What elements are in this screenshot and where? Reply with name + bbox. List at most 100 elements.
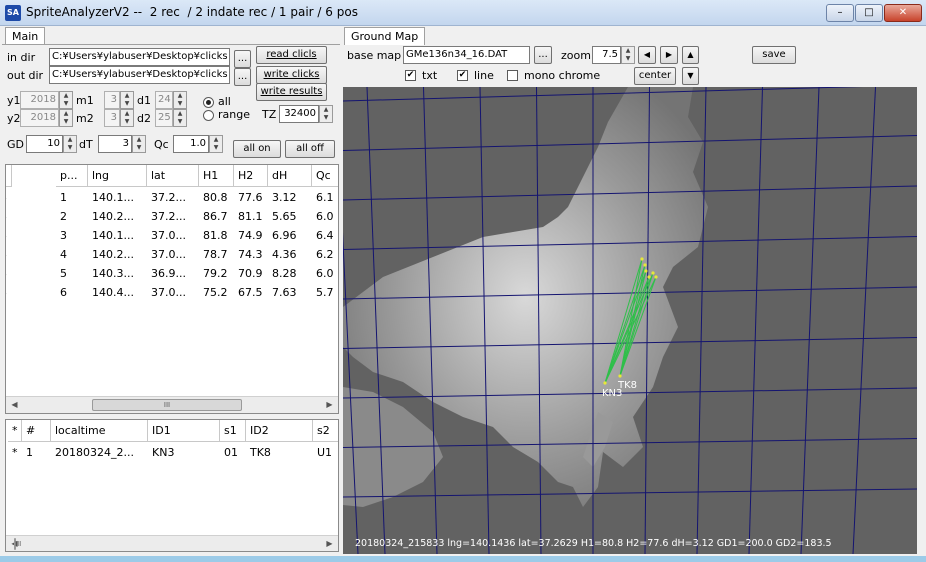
ground-map[interactable]: KN3 TK8 20180324_215833 lng=140.1436 lat… [343,87,917,554]
pos_table-cell[interactable]: 3.12 [268,189,312,207]
pos_table-cell[interactable]: 140.2... [88,208,147,226]
y1-field[interactable]: 2018 [20,91,59,109]
pair_table-header-6[interactable]: s2 [313,420,338,442]
pos_table-header-7[interactable]: Qc [312,165,338,187]
pairs-table[interactable]: * # localtime ID1 s1 ID2 s2 * 1 20180324_2... KN3 0… [5,419,339,552]
pos_table-cell[interactable]: 6.2 [312,246,338,264]
pos_table-cell[interactable]: 70.9 [234,265,268,283]
pos_table-cell[interactable]: 3 [6,189,12,207]
pos_table-cell[interactable]: 74.9 [234,227,268,245]
positions-table[interactable]: p...lnglatH1H2dHQc31140.1...37.2...80.87… [5,164,339,414]
pos_table-header-1[interactable]: p... [56,165,88,187]
in-dir-browse-button[interactable]: ... [234,50,251,68]
m1-field[interactable]: 3 [104,91,120,109]
pair_table-header-3[interactable]: ID1 [148,420,220,442]
close-button[interactable]: ✕ [884,4,922,22]
pos_table-cell[interactable]: 36.9... [147,265,199,283]
pos_table-cell[interactable]: 80.8 [199,189,234,207]
horizontal-scrollbar[interactable]: ◀III▶ [6,535,338,551]
pos_table-cell[interactable]: 75.2 [199,284,234,302]
pos_table-cell[interactable]: 78.7 [199,246,234,264]
pan-left-button[interactable]: ◀ [638,46,656,64]
pos_table-cell[interactable]: 67.5 [234,284,268,302]
pos_table-cell[interactable]: 140.4... [88,284,147,302]
m1-spinner[interactable]: ▲ ▼ [120,91,134,109]
all-off-button[interactable]: all off [285,140,335,158]
gd-field[interactable]: 10 [26,135,63,153]
base-map-field[interactable]: GMe136n34_16.DAT [403,46,530,64]
pos_table-header-5[interactable]: H2 [234,165,268,187]
y1-spinner[interactable]: ▲ ▼ [59,91,73,109]
pos_table-cell[interactable]: 1 [56,189,88,207]
y2-field[interactable]: 2018 [20,109,59,127]
horizontal-scrollbar[interactable]: ◀III▶ [6,396,338,413]
pair_table-cell[interactable]: 20180324_2... [51,444,148,462]
center-button[interactable]: center [634,67,676,85]
pos_table-cell[interactable]: 140.2... [88,246,147,264]
pos_table-cell[interactable]: 140.1... [88,227,147,245]
pos_table-cell[interactable]: 79.2 [199,265,234,283]
pos_table-cell[interactable]: 3 [56,227,88,245]
y2-spinner[interactable]: ▲ ▼ [59,109,73,127]
zoom-field[interactable]: 7.5 [592,46,621,64]
pair_table-cell[interactable]: 1 [22,444,51,462]
m2-spinner[interactable]: ▲ ▼ [120,109,134,127]
maximize-button[interactable]: □ [855,4,883,22]
pos_table-cell[interactable]: 37.2... [147,189,199,207]
pair_table-cell[interactable]: TK8 [246,444,313,462]
pos_table-cell[interactable]: 6.0 [312,208,338,226]
pos_table-cell[interactable]: 2 [56,208,88,226]
pan-up-button[interactable]: ▲ [682,46,699,64]
pos_table-header-4[interactable]: H1 [199,165,234,187]
gd-spinner[interactable]: ▲ ▼ [63,135,77,153]
zoom-spinner[interactable]: ▲ ▼ [621,46,635,64]
scroll-thumb[interactable]: III [92,399,242,411]
pos_table-cell[interactable]: 4.36 [268,246,312,264]
pos_table-cell[interactable]: 3 [6,265,12,283]
tab-main[interactable]: Main [5,27,46,45]
pan-right-button[interactable]: ▶ [660,46,678,64]
txt-checkbox[interactable]: ✔ [405,70,416,81]
write-clicks-button[interactable]: write clicks [256,66,327,84]
pos_table-header-6[interactable]: dH [268,165,312,187]
pair_table-header-2[interactable]: localtime [51,420,148,442]
tz-field[interactable]: 32400 [279,105,319,123]
qc-spinner[interactable]: ▲ ▼ [209,135,223,153]
line-checkbox[interactable]: ✔ [457,70,468,81]
out-dir-browse-button[interactable]: ... [234,68,251,86]
pos_table-cell[interactable]: 5.65 [268,208,312,226]
pair_table-cell[interactable]: U1 [313,444,338,462]
out-dir-field[interactable]: C:¥Users¥ylabuser¥Desktop¥clicks [49,66,230,84]
pan-down-button[interactable]: ▼ [682,67,699,85]
tab-ground-map[interactable]: Ground Map [344,27,426,45]
m2-field[interactable]: 3 [104,109,120,127]
pos_table-cell[interactable]: 6 [56,284,88,302]
pos_table-cell[interactable]: 7.63 [268,284,312,302]
pos_table-cell[interactable]: 8.28 [268,265,312,283]
minimize-button[interactable]: – [826,4,854,22]
pos_table-header-2[interactable]: lng [88,165,147,187]
pair_table-header-0[interactable]: * [8,420,22,442]
range-radio[interactable] [203,110,214,121]
scroll-left-icon[interactable]: ◀ [6,397,23,413]
pos_table-cell[interactable]: 140.3... [88,265,147,283]
dt-field[interactable]: 3 [98,135,132,153]
in-dir-field[interactable]: C:¥Users¥ylabuser¥Desktop¥clicks [49,48,230,66]
pos_table-cell[interactable]: 37.0... [147,227,199,245]
qc-field[interactable]: 1.0 [173,135,209,153]
pos_table-cell[interactable]: 6.96 [268,227,312,245]
pos_table-cell[interactable]: 37.0... [147,284,199,302]
pos_table-cell[interactable]: 6.1 [312,189,338,207]
pos_table-cell[interactable]: 140.1... [88,189,147,207]
d2-field[interactable]: 25 [155,109,173,127]
all-on-button[interactable]: all on [233,140,281,158]
pos_table-cell[interactable]: 77.6 [234,189,268,207]
pos_table-cell[interactable]: 3 [6,284,12,302]
pos_table-header-3[interactable]: lat [147,165,199,187]
pos_table-header-0[interactable] [6,165,12,187]
mono-chrome-checkbox[interactable] [507,70,518,81]
read-clicks-button[interactable]: read clicls [256,46,327,64]
pos_table-cell[interactable]: 37.0... [147,246,199,264]
pair_table-header-5[interactable]: ID2 [246,420,313,442]
pos_table-cell[interactable]: 81.8 [199,227,234,245]
